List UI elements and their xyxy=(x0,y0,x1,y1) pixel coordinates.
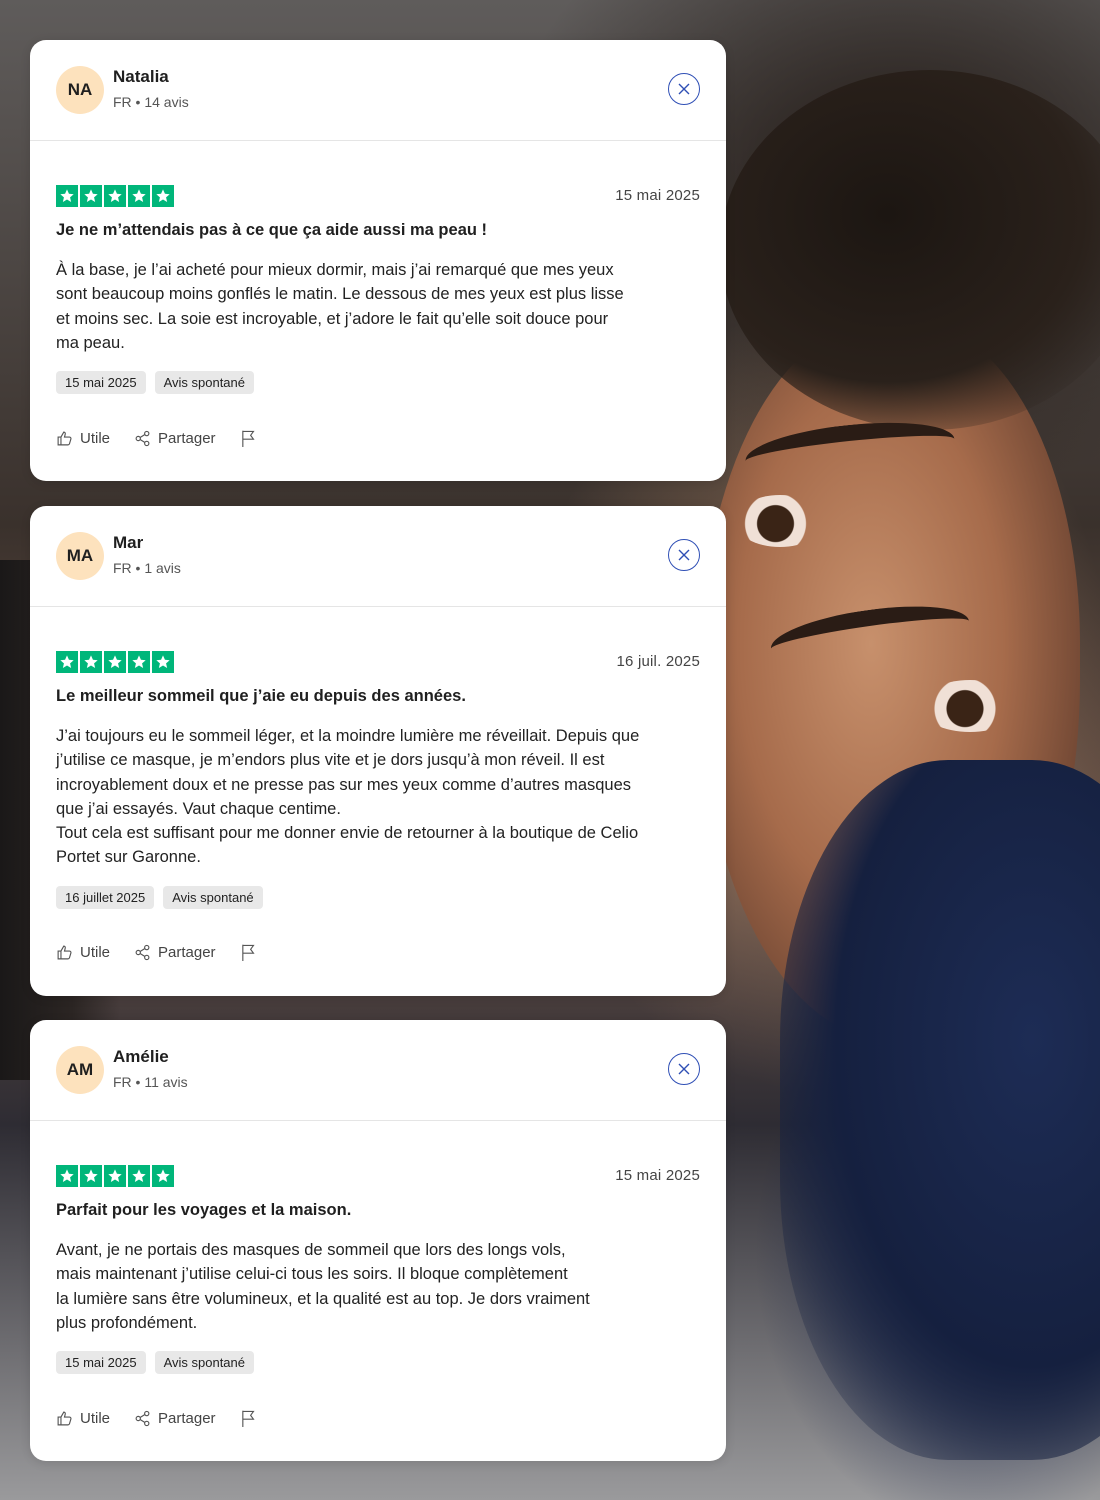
useful-label: Utile xyxy=(80,429,111,447)
reviewer-name: Mar xyxy=(113,533,144,552)
star-icon xyxy=(128,651,150,673)
useful-button[interactable]: Utile xyxy=(56,430,110,447)
review-type-tag: Avis spontané xyxy=(154,1351,254,1375)
star-icon xyxy=(128,1165,150,1187)
star-icon xyxy=(80,1165,102,1187)
review-header: MA Mar FR • 1 avis xyxy=(30,506,726,607)
share-icon xyxy=(135,1410,150,1426)
date-tag: 15 mai 2025 xyxy=(56,371,146,395)
star-icon xyxy=(152,1165,174,1187)
useful-button[interactable]: Utile xyxy=(56,1410,110,1427)
star-icon xyxy=(56,185,78,207)
star-rating xyxy=(56,651,700,673)
star-icon xyxy=(56,651,78,673)
share-label: Partager xyxy=(158,944,216,962)
useful-button[interactable]: Utile xyxy=(56,944,110,961)
reviewer-meta: FR • 1 avis xyxy=(113,560,181,576)
review-header: AM Amélie FR • 11 avis xyxy=(30,1020,726,1121)
close-icon xyxy=(678,83,690,95)
star-icon xyxy=(128,185,150,207)
date-tag: 15 mai 2025 xyxy=(56,1351,146,1375)
avatar: AM xyxy=(56,1046,104,1094)
thumbs-up-icon xyxy=(57,1411,72,1426)
star-icon xyxy=(104,651,126,673)
report-button[interactable] xyxy=(240,943,257,962)
star-icon xyxy=(104,185,126,207)
report-button[interactable] xyxy=(240,429,257,448)
share-icon xyxy=(135,430,150,446)
star-rating xyxy=(56,185,700,207)
share-label: Partager xyxy=(158,429,216,447)
share-icon xyxy=(135,945,150,961)
reviewer-meta: FR • 14 avis xyxy=(113,94,189,110)
star-icon xyxy=(152,185,174,207)
review-type-tag: Avis spontané xyxy=(154,371,254,395)
close-button[interactable] xyxy=(668,1053,700,1085)
flag-icon xyxy=(241,430,255,447)
flag-icon xyxy=(241,1410,255,1427)
reviewer-name: Natalia xyxy=(113,67,169,86)
review-date: 16 juil. 2025 xyxy=(616,653,700,670)
star-icon xyxy=(152,651,174,673)
share-button[interactable]: Partager xyxy=(134,944,216,961)
star-icon xyxy=(80,651,102,673)
review-text: À la base, je l’ai acheté pour mieux dor… xyxy=(56,261,624,352)
date-tag: 16 juillet 2025 xyxy=(56,885,155,909)
review-text: J’ai toujours eu le sommeil léger, et la… xyxy=(56,727,640,867)
share-label: Partager xyxy=(158,1409,216,1427)
star-icon xyxy=(56,1165,78,1187)
review-title: Le meilleur sommeil que j’aie eu depuis … xyxy=(56,687,466,705)
avatar: NA xyxy=(56,66,104,114)
flag-icon xyxy=(241,944,255,962)
review-card: AM Amélie FR • 11 avis 15 mai 2025 Parfa… xyxy=(30,1020,726,1461)
review-date: 15 mai 2025 xyxy=(615,1167,700,1184)
report-button[interactable] xyxy=(240,1409,257,1428)
review-title: Je ne m’attendais pas à ce que ça aide a… xyxy=(56,221,488,239)
review-title: Parfait pour les voyages et la maison. xyxy=(56,1201,352,1219)
close-icon xyxy=(678,549,690,561)
close-button[interactable] xyxy=(668,73,700,105)
share-button[interactable]: Partager xyxy=(134,430,216,447)
review-card: MA Mar FR • 1 avis 16 juil. 2025 Le meil… xyxy=(30,506,726,996)
review-date: 15 mai 2025 xyxy=(615,187,700,204)
close-button[interactable] xyxy=(668,539,700,571)
star-rating xyxy=(56,1165,700,1187)
review-text: Avant, je ne portais des masques de somm… xyxy=(56,1241,590,1332)
close-icon xyxy=(678,1063,690,1075)
star-icon xyxy=(80,185,102,207)
review-header: NA Natalia FR • 14 avis xyxy=(30,40,726,141)
reviewer-name: Amélie xyxy=(113,1047,169,1066)
share-button[interactable]: Partager xyxy=(134,1410,216,1427)
review-type-tag: Avis spontané xyxy=(163,885,263,909)
avatar: MA xyxy=(56,532,104,580)
useful-label: Utile xyxy=(80,1409,111,1427)
thumbs-up-icon xyxy=(57,945,72,960)
useful-label: Utile xyxy=(80,944,111,962)
star-icon xyxy=(104,1165,126,1187)
review-card: NA Natalia FR • 14 avis 15 mai 2025 Je n… xyxy=(30,40,726,481)
reviewer-meta: FR • 11 avis xyxy=(113,1074,188,1090)
thumbs-up-icon xyxy=(57,431,72,446)
